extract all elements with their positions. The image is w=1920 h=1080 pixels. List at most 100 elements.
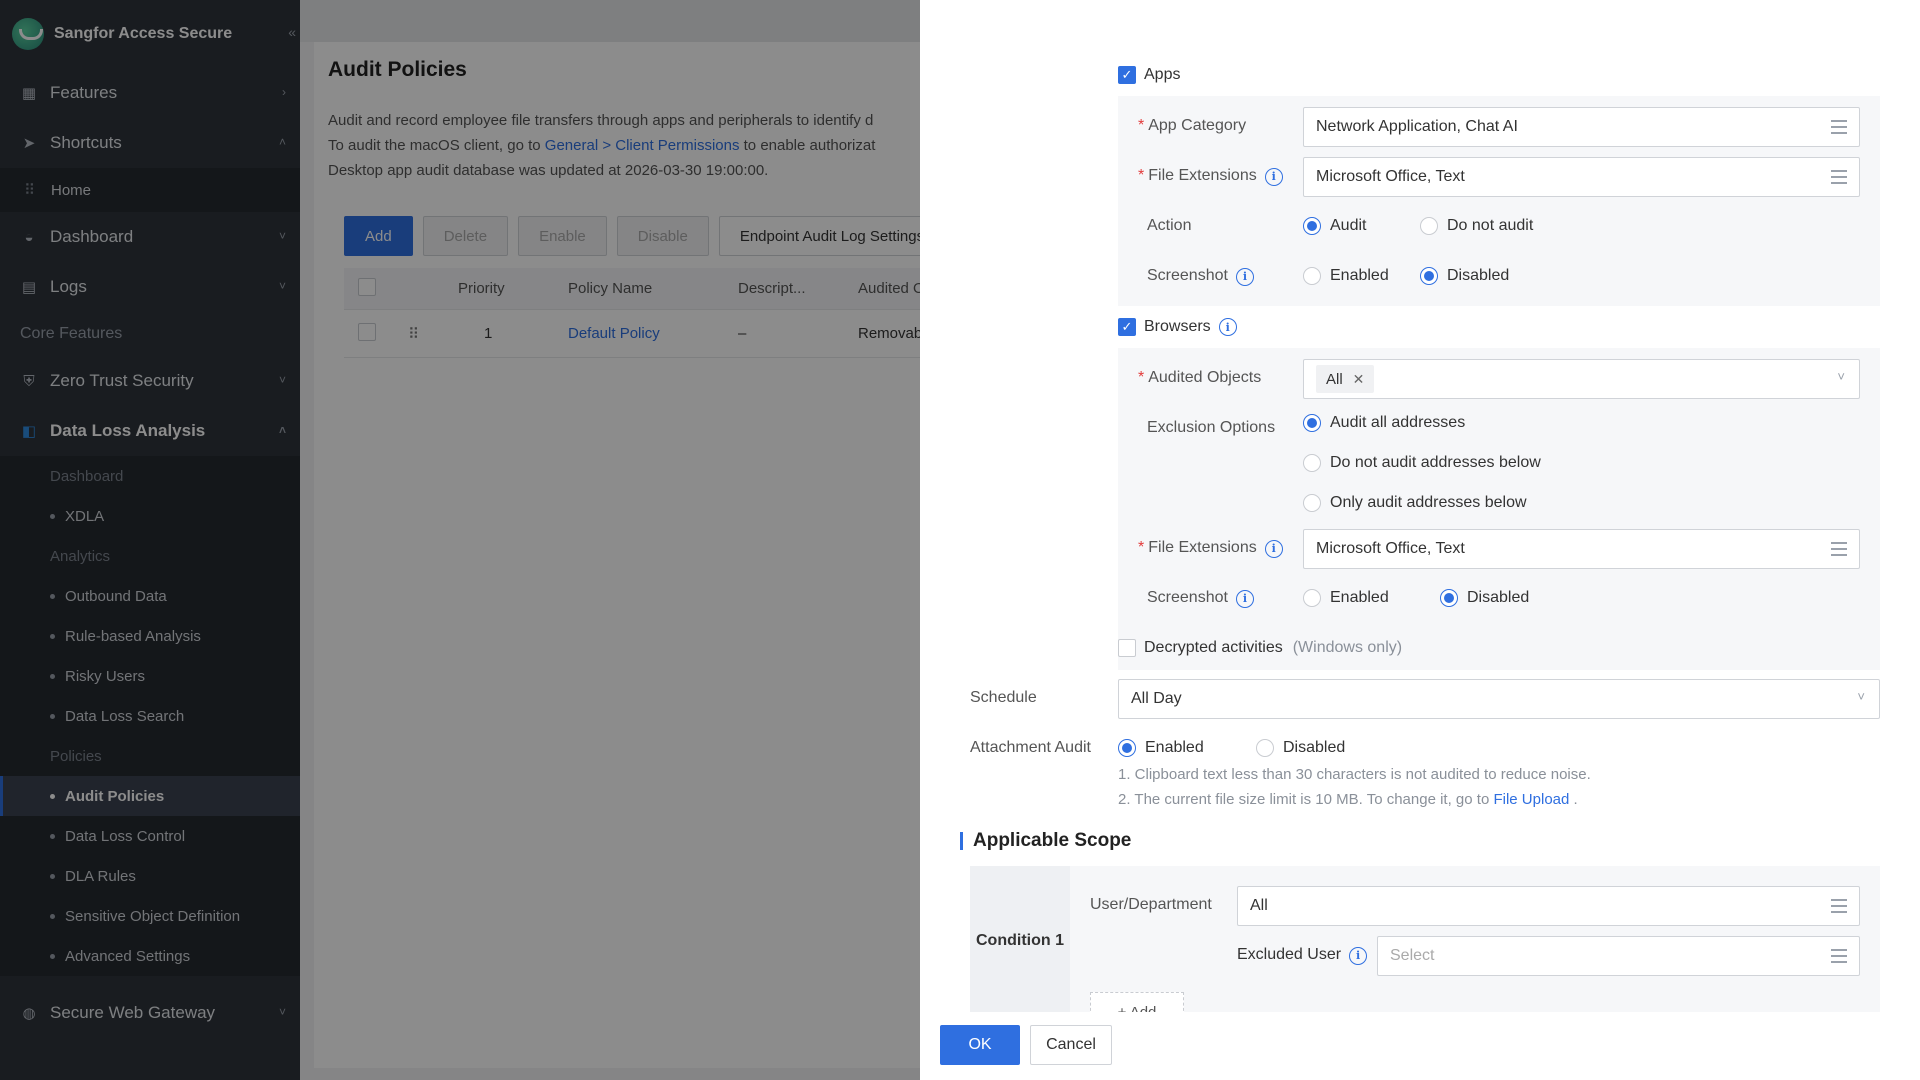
browsers-screenshot-disabled-radio[interactable]: Disabled (1440, 589, 1529, 607)
browsers-file-ext-label: File Extensions i (1138, 539, 1283, 558)
radio-selected (1420, 267, 1438, 285)
applicable-scope-title: Applicable Scope (960, 831, 1131, 850)
radio-selected (1303, 217, 1321, 235)
apps-file-ext-field[interactable]: Microsoft Office, Text (1303, 157, 1860, 197)
audited-objects-label: Audited Objects (1138, 369, 1261, 387)
browsers-label: Browsers (1144, 318, 1211, 335)
action-label: Action (1147, 217, 1192, 234)
info-icon[interactable]: i (1235, 267, 1254, 286)
radio-unselected (1303, 454, 1321, 472)
chevron-down-icon: ˅ (1857, 689, 1865, 704)
radio-selected (1118, 739, 1136, 757)
exclusion-not-radio[interactable]: Do not audit addresses below (1303, 454, 1541, 472)
radio-label: Disabled (1447, 267, 1510, 284)
radio-label: Disabled (1283, 739, 1346, 756)
checkmark-icon: ✓ (1118, 318, 1136, 336)
condition-label: Condition 1 (970, 866, 1070, 1012)
apps-screenshot-enabled-radio[interactable]: Enabled (1303, 267, 1389, 285)
hint-text: . (1569, 791, 1578, 808)
decrypted-note: (Windows only) (1292, 639, 1403, 656)
radio-label: Only audit addresses below (1330, 494, 1527, 511)
action-audit-radio[interactable]: Audit (1303, 217, 1366, 235)
radio-unselected (1420, 217, 1438, 235)
apps-screenshot-disabled-radio[interactable]: Disabled (1420, 267, 1509, 285)
list-icon[interactable] (1831, 899, 1847, 913)
attachment-hint-1: 1. Clipboard text less than 30 character… (1118, 766, 1591, 783)
info-icon[interactable]: i (1264, 167, 1283, 186)
decrypted-label: Decrypted activities (1144, 639, 1283, 656)
chevron-down-icon: ˅ (1837, 369, 1845, 384)
app-category-label: App Category (1138, 117, 1246, 135)
info-icon[interactable]: i (1235, 589, 1254, 608)
checkbox-unchecked (1118, 639, 1136, 657)
schedule-label: Schedule (970, 689, 1037, 706)
excluded-user-field[interactable]: Select (1377, 936, 1860, 976)
exclusion-options-label: Exclusion Options (1147, 419, 1276, 436)
radio-label: Disabled (1467, 589, 1530, 606)
schedule-select[interactable]: All Day ˅ (1118, 679, 1880, 719)
tag-all: All ✕ (1316, 365, 1375, 393)
browsers-screenshot-enabled-radio[interactable]: Enabled (1303, 589, 1389, 607)
radio-label: Enabled (1145, 739, 1204, 756)
list-icon[interactable] (1831, 170, 1847, 184)
user-dept-label: User/Department (1090, 896, 1212, 913)
action-no-audit-radio[interactable]: Do not audit (1420, 217, 1533, 235)
modal-overlay[interactable] (0, 0, 920, 1080)
field-value: Network Application, Chat AI (1316, 118, 1518, 135)
label-text: File Extensions (1148, 167, 1257, 184)
attachment-disabled-radio[interactable]: Disabled (1256, 739, 1345, 757)
cancel-button[interactable]: Cancel (1030, 1025, 1112, 1065)
apps-label: Apps (1144, 66, 1181, 83)
radio-label: Do not audit (1447, 217, 1534, 234)
apps-screenshot-label: Screenshot i (1147, 267, 1254, 286)
apps-file-ext-label: File Extensions i (1138, 167, 1283, 186)
close-icon[interactable]: ✕ (1353, 371, 1365, 388)
info-icon[interactable]: i (1264, 539, 1283, 558)
radio-unselected (1303, 267, 1321, 285)
attachment-hint-2: 2. The current file size limit is 10 MB.… (1118, 791, 1578, 808)
label-text: App Category (1148, 117, 1247, 134)
radio-selected (1440, 589, 1458, 607)
list-icon[interactable] (1831, 949, 1847, 963)
condition-box: Condition 1 User/Department All Excluded… (970, 866, 1880, 1012)
drawer-footer: OK Cancel (920, 1012, 1920, 1080)
browsers-screenshot-label: Screenshot i (1147, 589, 1254, 608)
field-value: All Day (1131, 690, 1182, 707)
edit-policy-drawer: ✓ Apps App Category Network Application,… (920, 0, 1920, 1080)
user-dept-field[interactable]: All (1237, 886, 1860, 926)
tag-label: All (1326, 370, 1343, 388)
drawer-header (920, 0, 1920, 42)
field-value: Microsoft Office, Text (1316, 168, 1465, 185)
apps-checkbox[interactable]: ✓ Apps (1118, 66, 1180, 84)
decrypted-checkbox[interactable]: Decrypted activities (Windows only) (1118, 639, 1402, 657)
field-value: All (1250, 897, 1268, 914)
browsers-file-ext-field[interactable]: Microsoft Office, Text (1303, 529, 1860, 569)
field-value: Microsoft Office, Text (1316, 540, 1465, 557)
info-icon[interactable]: i (1349, 946, 1368, 965)
attachment-audit-label: Attachment Audit (970, 739, 1091, 756)
radio-unselected (1256, 739, 1274, 757)
exclusion-all-radio[interactable]: Audit all addresses (1303, 414, 1465, 432)
add-condition-button[interactable]: + Add (1090, 992, 1184, 1012)
list-icon[interactable] (1831, 542, 1847, 556)
list-icon[interactable] (1831, 120, 1847, 134)
radio-unselected (1303, 589, 1321, 607)
radio-label: Audit all addresses (1330, 414, 1466, 431)
ok-button[interactable]: OK (940, 1025, 1020, 1065)
app-category-field[interactable]: Network Application, Chat AI (1303, 107, 1860, 147)
label-text: Audited Objects (1148, 369, 1262, 386)
exclusion-only-radio[interactable]: Only audit addresses below (1303, 494, 1527, 512)
audited-objects-select[interactable]: All ✕ ˅ (1303, 359, 1860, 399)
info-icon[interactable]: i (1218, 318, 1237, 336)
radio-unselected (1303, 494, 1321, 512)
label-text: Screenshot (1147, 267, 1228, 284)
checkmark-icon: ✓ (1118, 66, 1136, 84)
radio-selected (1303, 414, 1321, 432)
attachment-enabled-radio[interactable]: Enabled (1118, 739, 1204, 757)
radio-label: Enabled (1330, 267, 1389, 284)
drawer-body: ✓ Apps App Category Network Application,… (920, 42, 1920, 1012)
field-placeholder: Select (1390, 947, 1435, 964)
radio-label: Do not audit addresses below (1330, 454, 1541, 471)
file-upload-link[interactable]: File Upload (1493, 791, 1569, 808)
browsers-checkbox[interactable]: ✓ Browsers i (1118, 318, 1237, 336)
